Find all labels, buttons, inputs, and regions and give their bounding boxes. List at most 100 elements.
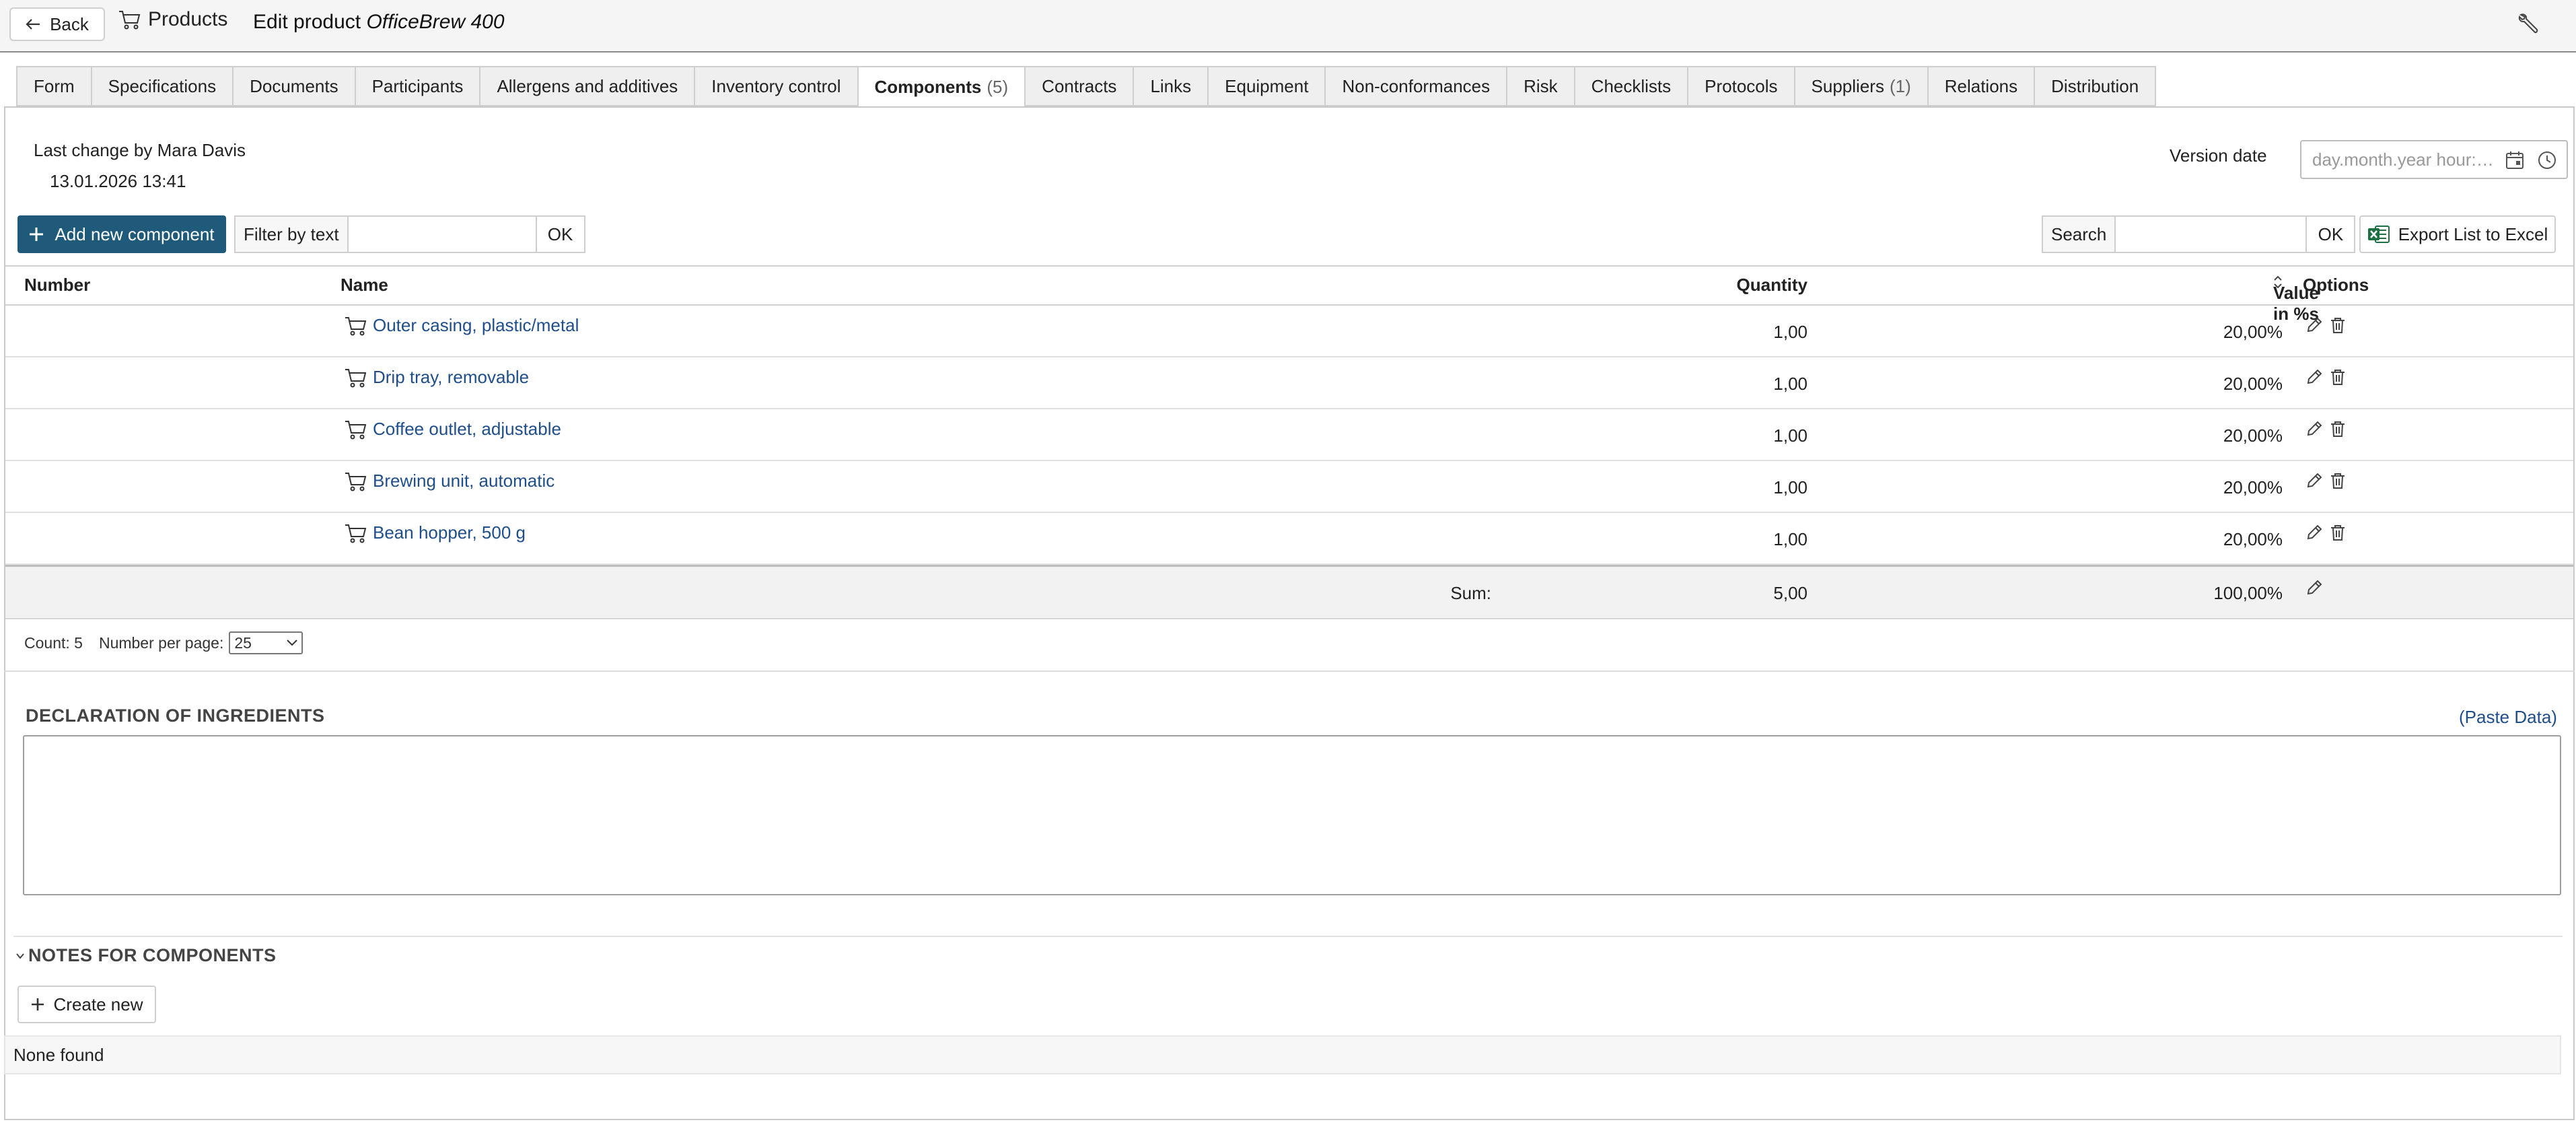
tab-checklists[interactable]: Checklists — [1573, 66, 1688, 106]
trash-icon[interactable] — [2330, 524, 2346, 541]
component-quantity: 1,00 — [1773, 374, 1808, 394]
search-input[interactable] — [2116, 217, 2307, 252]
tab-participants[interactable]: Participants — [354, 66, 480, 106]
declaration-title: DECLARATION OF INGREDIENTS — [26, 706, 325, 726]
trash-icon[interactable] — [2330, 316, 2346, 334]
trash-icon[interactable] — [2330, 368, 2346, 386]
cart-icon — [119, 11, 141, 30]
calendar-button[interactable] — [2505, 150, 2525, 170]
tab-form[interactable]: Form — [16, 66, 91, 106]
last-change-text: Last change by Mara Davis — [34, 140, 246, 160]
column-quantity[interactable]: Quantity — [1737, 275, 1808, 296]
tab-relations[interactable]: Relations — [1927, 66, 2034, 106]
tab-documents[interactable]: Documents — [232, 66, 355, 106]
filter-ok-button[interactable]: OK — [536, 217, 584, 252]
search-ok-button[interactable]: OK — [2307, 217, 2355, 252]
notes-title: NOTES FOR COMPONENTS — [28, 945, 277, 965]
tab-label: Non-conformances — [1342, 75, 1491, 96]
tab-label: Suppliers — [1811, 75, 1884, 96]
last-change-date: 13.01.2026 13:41 — [50, 171, 186, 191]
page-title-prefix: Edit product — [253, 11, 367, 33]
tab-count: (1) — [1889, 75, 1911, 96]
clock-button[interactable] — [2537, 150, 2557, 170]
product-name: OfficeBrew 400 — [366, 11, 505, 33]
back-label: Back — [50, 13, 89, 34]
pencil-icon[interactable] — [2305, 524, 2323, 541]
pencil-icon[interactable] — [2305, 472, 2323, 489]
tab-contracts[interactable]: Contracts — [1024, 66, 1133, 106]
version-date-input[interactable]: day.month.year hour:minute — [2300, 140, 2568, 179]
notes-section-toggle[interactable]: NOTES FOR COMPONENTS — [16, 945, 277, 966]
tab-non-conformances[interactable]: Non-conformances — [1324, 66, 1507, 106]
tab-label: Links — [1150, 75, 1192, 96]
tab-suppliers[interactable]: Suppliers (1) — [1793, 66, 1927, 106]
export-excel-label: Export List to Excel — [2398, 223, 2548, 244]
trash-icon[interactable] — [2330, 420, 2346, 438]
declaration-textarea[interactable] — [23, 735, 2561, 895]
cart-icon — [345, 472, 367, 491]
tab-protocols[interactable]: Protocols — [1687, 66, 1794, 106]
component-link[interactable]: Drip tray, removable — [345, 367, 529, 388]
tab-label: Documents — [250, 75, 338, 96]
search-group: Search OK — [2042, 215, 2356, 253]
tab-label: Distribution — [2051, 75, 2139, 96]
component-name: Bean hopper, 500 g — [373, 522, 526, 543]
back-button[interactable]: Back — [9, 7, 105, 41]
tab-risk[interactable]: Risk — [1506, 66, 1574, 106]
chevron-down-icon — [287, 640, 298, 646]
column-number[interactable]: Number — [24, 275, 90, 296]
component-quantity: 1,00 — [1773, 425, 1808, 446]
create-note-button[interactable]: Create new — [17, 986, 156, 1023]
settings-button[interactable] — [2517, 12, 2540, 35]
component-link[interactable]: Bean hopper, 500 g — [345, 522, 526, 543]
search-label: Search — [2043, 217, 2116, 252]
tab-label: Inventory control — [711, 75, 841, 96]
component-name: Brewing unit, automatic — [373, 471, 555, 491]
section-divider — [4, 670, 2575, 672]
pencil-icon[interactable] — [2305, 368, 2323, 386]
tab-links[interactable]: Links — [1133, 66, 1208, 106]
products-breadcrumb[interactable]: Products — [118, 8, 227, 31]
tab-label: Relations — [1944, 75, 2018, 96]
component-value: 20,00% — [2223, 322, 2283, 342]
cart-icon — [345, 368, 367, 387]
component-link[interactable]: Coffee outlet, adjustable — [345, 419, 561, 440]
tab-allergens-and-additives[interactable]: Allergens and additives — [479, 66, 694, 106]
component-value: 20,00% — [2223, 477, 2283, 497]
pencil-icon[interactable] — [2305, 579, 2323, 596]
tab-distribution[interactable]: Distribution — [2034, 66, 2157, 106]
pager: Count: 5 Number per page: 25 — [24, 631, 303, 654]
table-header: Number Name Quantity Value in %s Options — [5, 265, 2573, 324]
clock-icon — [2538, 151, 2556, 169]
component-link[interactable]: Outer casing, plastic/metal — [345, 315, 579, 336]
paste-data-link[interactable]: (Paste Data) — [2459, 707, 2557, 728]
tab-label: Risk — [1524, 75, 1558, 96]
pencil-icon[interactable] — [2305, 316, 2323, 334]
row-count: Count: 5 — [24, 633, 83, 652]
tab-label: Contracts — [1042, 75, 1117, 96]
filter-label: Filter by text — [236, 217, 349, 252]
notes-empty-message: None found — [4, 1035, 2561, 1074]
trash-icon[interactable] — [2330, 472, 2346, 489]
tab-specifications[interactable]: Specifications — [90, 66, 233, 106]
pencil-icon[interactable] — [2305, 420, 2323, 438]
per-page-select[interactable]: 25 — [229, 631, 303, 654]
component-value: 20,00% — [2223, 425, 2283, 446]
tab-equipment[interactable]: Equipment — [1207, 66, 1325, 106]
filter-input[interactable] — [348, 217, 537, 252]
tab-components[interactable]: Components (5) — [857, 66, 1025, 108]
sum-row: Sum: 5,00 100,00% — [5, 565, 2573, 619]
row-options — [2305, 472, 2346, 489]
table-row: Outer casing, plastic/metal 1,00 20,00% — [5, 306, 2573, 357]
column-name[interactable]: Name — [341, 275, 388, 296]
cart-icon — [345, 420, 367, 439]
column-value-percent[interactable]: Value in %s — [2273, 275, 2319, 324]
export-excel-button[interactable]: Export List to Excel — [2359, 215, 2556, 253]
chevron-down-icon — [16, 953, 24, 959]
add-new-component-button[interactable]: Add new component — [17, 215, 226, 253]
row-options — [2305, 524, 2346, 541]
sum-quantity: 5,00 — [1773, 583, 1808, 603]
component-link[interactable]: Brewing unit, automatic — [345, 471, 554, 491]
table-row: Coffee outlet, adjustable 1,00 20,00% — [5, 409, 2573, 461]
tab-inventory-control[interactable]: Inventory control — [694, 66, 857, 106]
